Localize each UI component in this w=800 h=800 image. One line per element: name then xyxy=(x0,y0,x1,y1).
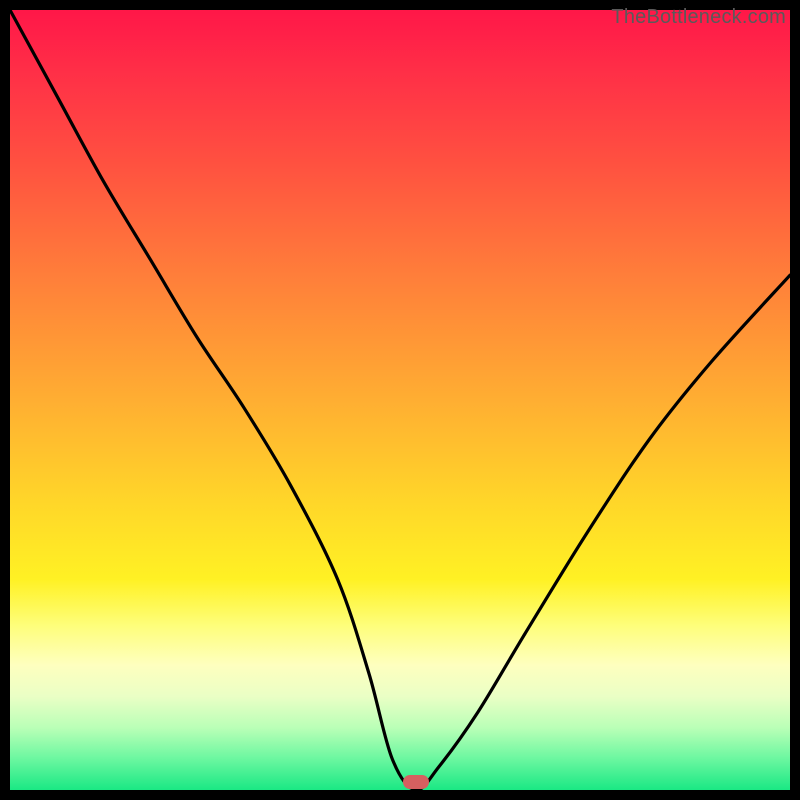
optimum-marker xyxy=(403,775,429,789)
curve-path xyxy=(10,10,790,790)
plot-area xyxy=(10,10,790,790)
watermark-text: TheBottleneck.com xyxy=(611,6,786,29)
bottleneck-curve xyxy=(10,10,790,790)
chart-container: TheBottleneck.com xyxy=(0,0,800,800)
